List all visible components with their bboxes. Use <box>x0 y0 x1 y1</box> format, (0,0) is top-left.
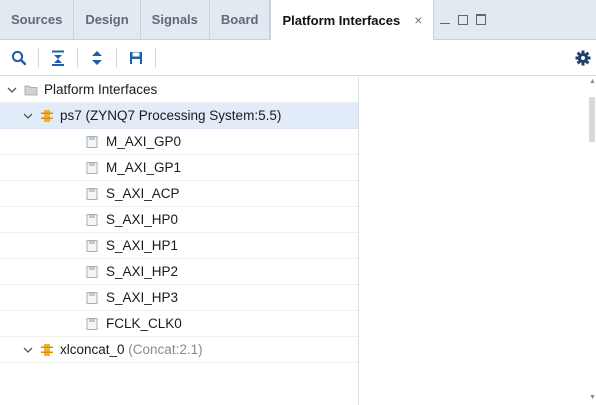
toolbar-separator <box>38 47 39 68</box>
interface-icon <box>86 240 98 252</box>
interface-icon <box>86 266 98 278</box>
tab-board-label: Board <box>220 12 259 27</box>
toolbar-separator <box>77 47 78 68</box>
close-tab-icon[interactable]: × <box>414 12 422 28</box>
tree-label: S_AXI_HP1 <box>106 238 179 253</box>
panel-tab-bar: Sources Design Signals Board Platform In… <box>0 0 596 40</box>
save-icon[interactable] <box>125 47 147 69</box>
tab-design[interactable]: Design <box>74 0 141 39</box>
interface-icon <box>86 162 98 174</box>
scroll-up-icon[interactable]: ▲ <box>589 78 596 85</box>
tree-label: M_AXI_GP0 <box>106 134 182 149</box>
tab-signals-label: Signals <box>151 12 198 27</box>
expand-all-icon[interactable] <box>86 47 108 69</box>
tree-row-xlconcat[interactable]: xlconcat_0 (Concat:2.1) <box>0 337 358 363</box>
chevron-down-icon[interactable] <box>22 344 34 356</box>
platform-interfaces-tree: Platform Interfaces ps7 (ZYNQ7 Processin… <box>0 77 358 405</box>
tree-label: S_AXI_ACP <box>106 186 180 201</box>
panel-divider[interactable] <box>358 77 359 405</box>
restore-icon[interactable] <box>476 14 487 25</box>
tree-label: Platform Interfaces <box>44 82 158 97</box>
ip-block-icon <box>41 344 53 356</box>
chevron-down-icon[interactable] <box>6 84 18 96</box>
tree-row-interface[interactable]: S_AXI_HP2 <box>0 259 358 285</box>
tree-row-interface[interactable]: S_AXI_HP3 <box>0 285 358 311</box>
tree-row-interface[interactable]: M_AXI_GP1 <box>0 155 358 181</box>
toolbar-separator <box>116 47 117 68</box>
tree-row-interface[interactable]: S_AXI_HP0 <box>0 207 358 233</box>
interface-icon <box>86 214 98 226</box>
toolbar-separator <box>155 47 156 68</box>
scroll-down-icon[interactable]: ▼ <box>589 394 596 401</box>
interface-icon <box>86 136 98 148</box>
interface-icon <box>86 318 98 330</box>
tree-row-root[interactable]: Platform Interfaces <box>0 77 358 103</box>
window-controls <box>440 0 487 39</box>
tree-label: S_AXI_HP2 <box>106 264 179 279</box>
folder-icon <box>24 85 38 96</box>
tab-design-label: Design <box>85 12 129 27</box>
interface-icon <box>86 292 98 304</box>
tab-sources-label: Sources <box>11 12 63 27</box>
tree-row-ps7[interactable]: ps7 (ZYNQ7 Processing System:5.5) <box>0 103 358 129</box>
tab-board[interactable]: Board <box>210 0 271 39</box>
tree-row-interface[interactable]: M_AXI_GP0 <box>0 129 358 155</box>
chevron-down-icon[interactable] <box>22 110 34 122</box>
tree-label: xlconcat_0 (Concat:2.1) <box>60 342 203 357</box>
tab-sources[interactable]: Sources <box>0 0 75 39</box>
search-icon[interactable] <box>8 47 30 69</box>
tab-platform-interfaces-label: Platform Interfaces <box>282 12 401 28</box>
tree-label: S_AXI_HP3 <box>106 290 179 305</box>
gear-icon[interactable] <box>574 49 592 67</box>
tree-label: S_AXI_HP0 <box>106 212 179 227</box>
xlconcat-name: xlconcat_0 <box>60 342 125 357</box>
collapse-all-icon[interactable] <box>47 47 69 69</box>
tab-platform-interfaces[interactable]: Platform Interfaces × <box>270 0 435 40</box>
tree-row-interface[interactable]: S_AXI_HP1 <box>0 233 358 259</box>
minimize-icon[interactable] <box>440 23 451 24</box>
tab-signals[interactable]: Signals <box>141 0 210 39</box>
tree-row-interface[interactable]: S_AXI_ACP <box>0 181 358 207</box>
tree-label: M_AXI_GP1 <box>106 160 182 175</box>
maximize-icon[interactable] <box>458 14 469 25</box>
toolbar <box>0 40 596 76</box>
tree-label: ps7 (ZYNQ7 Processing System:5.5) <box>60 108 282 123</box>
ip-block-icon <box>41 110 53 122</box>
xlconcat-type: (Concat:2.1) <box>124 342 203 357</box>
tree-row-interface[interactable]: FCLK_CLK0 <box>0 311 358 337</box>
tree-label: FCLK_CLK0 <box>106 316 182 331</box>
scrollbar-thumb[interactable] <box>589 97 595 142</box>
interface-icon <box>86 188 98 200</box>
vertical-scrollbar[interactable]: ▲ ▼ <box>588 77 596 405</box>
